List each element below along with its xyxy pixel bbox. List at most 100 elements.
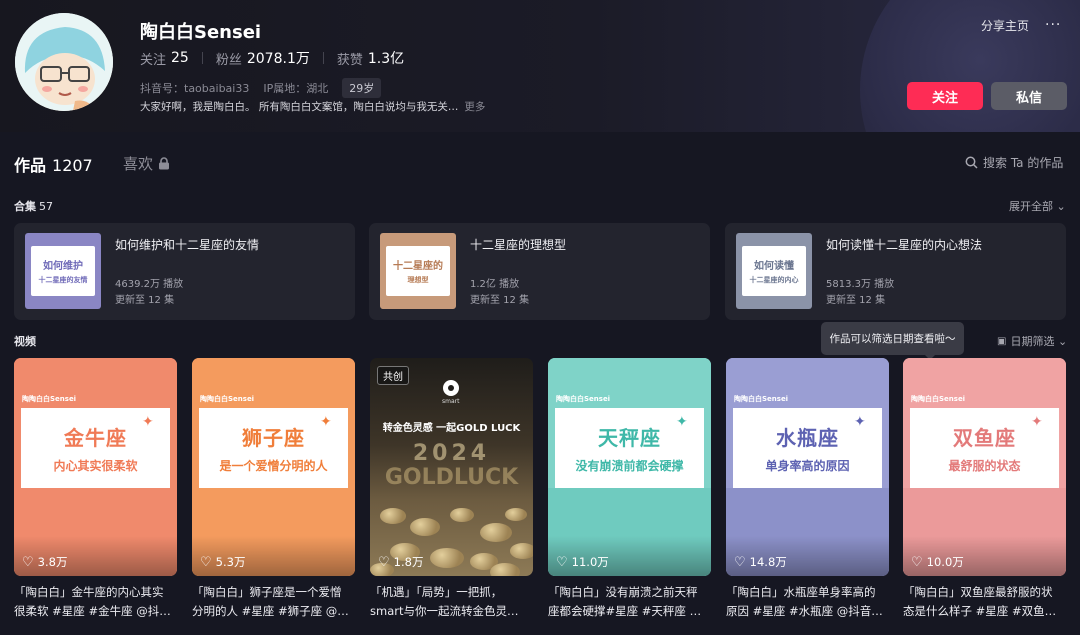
- video-thumbnail: 陶陶白白Sensei 水瓶座单身率高的原因 ✦: [726, 358, 889, 576]
- profile-stats: 关注 25 粉丝 2078.1万 获赞 1.3亿: [140, 48, 404, 68]
- chevron-down-icon: ⌄: [1054, 334, 1068, 348]
- profile-bio: 大家好啊，我是陶白白。 所有陶白白文案馆，陶白白说均与我无关… 更多: [140, 99, 485, 114]
- video-caption[interactable]: 「机遇」「局势」一把抓， smart与你一起流转金色灵…: [370, 583, 533, 623]
- calendar-icon: ▣: [997, 335, 1007, 347]
- video-thumbnail: 共创 smart 转金色灵感 一起GOLD LUCK 2024 GOLDLUCK: [370, 358, 533, 576]
- follow-button[interactable]: 关注: [907, 82, 983, 110]
- tab-likes[interactable]: 喜欢: [123, 153, 170, 174]
- collection-card[interactable]: 十二星座的 理想型 十二星座的理想型 1.2亿 播放 更新至 12 集: [369, 223, 710, 320]
- video-likes: ♡ 11.0万: [556, 554, 609, 570]
- sparkle-icon: ✦: [1031, 414, 1043, 430]
- more-options-icon[interactable]: ···: [1045, 17, 1061, 33]
- video-thumbnail: 陶陶白白Sensei 天秤座 没有崩溃前都会硬撑 ✦: [548, 358, 711, 576]
- coin-image: [480, 523, 512, 543]
- collection-thumbnail-subtitle: 理想型: [407, 276, 429, 284]
- collection-title: 十二星座的理想型: [470, 238, 567, 252]
- coin-image: [410, 518, 440, 536]
- date-filter-button[interactable]: ▣ 日期筛选 ⌄: [997, 333, 1067, 349]
- bio-more-link[interactable]: 更多: [464, 99, 485, 114]
- collection-episode-count: 更新至 12 集: [115, 295, 175, 306]
- collection-card[interactable]: 如何读懂 十二星座的内心 如何读懂十二星座的内心想法 5813.3万 播放 更新至 12…: [725, 223, 1066, 320]
- age-badge: 29岁: [342, 78, 382, 98]
- message-button[interactable]: 私信: [991, 82, 1067, 110]
- collections-label: 合集: [14, 200, 36, 213]
- chevron-down-icon: ⌄: [1056, 200, 1066, 213]
- video-caption[interactable]: 「陶白白」双鱼座最舒服的状 态是什么样子 #星座 #双鱼…: [903, 583, 1066, 623]
- coin-image: [510, 543, 533, 559]
- video-like-count: 14.8万: [749, 555, 787, 569]
- video-like-count: 5.3万: [215, 555, 246, 569]
- ip-location: IP属地：湖北: [263, 82, 329, 95]
- collection-play-count: 1.2亿 播放: [470, 279, 520, 290]
- thumbnail-brand: 陶陶白白Sensei: [200, 395, 255, 403]
- co-creation-badge: 共创: [377, 366, 409, 385]
- tab-likes-label: 喜欢: [123, 155, 154, 173]
- video-like-count: 3.8万: [37, 555, 68, 569]
- divider: [201, 52, 203, 64]
- search-works[interactable]: 搜索 Ta 的作品: [965, 154, 1063, 171]
- video-like-count: 10.0万: [926, 555, 964, 569]
- thumbnail-title: 金牛座: [64, 426, 127, 450]
- collections-heading: 合集 57: [14, 198, 53, 214]
- bio-text: 大家好啊，我是陶白白。 所有陶白白文案馆，陶白白说均与我无关…: [140, 101, 459, 113]
- video-caption[interactable]: 「陶白白」水瓶座单身率高的 原因 #星座 #水瓶座 @抖音…: [726, 583, 889, 623]
- collection-play-count: 4639.2万 播放: [115, 279, 184, 290]
- video-card[interactable]: 陶陶白白Sensei 水瓶座单身率高的原因 ✦ ♡ 14.8万「陶白白」水瓶座单身率高的…: [726, 358, 889, 635]
- thumbnail-brand: 陶陶白白Sensei: [734, 395, 789, 403]
- collection-thumbnail-subtitle: 十二星座的内心: [749, 276, 799, 284]
- videos-heading: 视频: [14, 335, 36, 348]
- video-thumbnail: 陶陶白白Sensei 金牛座内心其实很柔软 ✦: [14, 358, 177, 576]
- heart-icon: ♡: [556, 554, 568, 570]
- video-card[interactable]: 陶陶白白Sensei 金牛座 内心其实很柔软 ✦ ♡ 3.8万 「陶白白」金牛座的内心其实很…: [14, 358, 177, 635]
- coin-image: [490, 563, 520, 576]
- smart-logo-text: smart: [442, 398, 460, 405]
- collection-thumbnail-board: 如何维护 十二星座的友情: [31, 246, 95, 296]
- thumbnail-subtitle: 单身率高的原因: [765, 459, 850, 473]
- video-caption[interactable]: 「陶白白」金牛座的内心其实 很柔软 #星座 #金牛座 @抖…: [14, 583, 177, 623]
- following-count[interactable]: 25: [171, 50, 189, 66]
- likes-received-label: 获赞: [336, 52, 363, 68]
- thumbnail-title: 狮子座: [242, 426, 305, 450]
- thumbnail-brand: 陶陶白白Sensei: [22, 395, 77, 403]
- thumbnail-subtitle: 内心其实很柔软: [53, 459, 138, 473]
- profile-name: 陶白白Sensei: [140, 22, 262, 43]
- avatar[interactable]: [15, 13, 113, 111]
- sparkle-icon: ✦: [854, 414, 866, 430]
- video-card[interactable]: 陶陶白白Sensei 双鱼座 最舒服的状态 ✦ ♡ 10.0万 「陶白白」双鱼座最舒服的状态…: [903, 358, 1066, 635]
- collection-episode-count: 更新至 12 集: [826, 295, 886, 306]
- collection-card[interactable]: 如何维护 十二星座的友情 如何维护和十二星座的友情 4639.2万 播放 更新至 12 …: [14, 223, 355, 320]
- video-card[interactable]: 陶陶白白Sensei 天秤座 没有崩溃前都会硬撑 ✦ ♡ 11.0万「陶白白」没有崩溃之前…: [548, 358, 711, 635]
- thumbnail-title: 双鱼座: [953, 426, 1016, 450]
- following-label: 关注: [140, 52, 167, 68]
- video-caption-line: smart与你一起流转金色灵…: [370, 604, 519, 618]
- video-caption-line: 原因 #星座 #水瓶座 @抖音…: [726, 604, 883, 618]
- video-likes: ♡ 14.8万: [734, 554, 787, 570]
- thumbnail-subtitle: 最舒服的状态: [948, 459, 1021, 473]
- expand-all-label: 展开全部: [1009, 200, 1053, 213]
- avatar-illustration: [15, 13, 113, 111]
- video-caption[interactable]: 「陶白白」狮子座是一个爱憎 分明的人 #星座 #狮子座 @…: [192, 583, 355, 623]
- collection-title: 如何读懂十二星座的内心想法: [826, 238, 983, 252]
- date-filter-label: 日期筛选: [1010, 335, 1055, 348]
- share-profile-button[interactable]: 分享主页: [981, 17, 1029, 34]
- collection-play-count: 5813.3万 播放: [826, 279, 895, 290]
- followers-count[interactable]: 2078.1万: [247, 48, 310, 68]
- thumbnail-title: 水瓶座: [776, 426, 839, 450]
- video-caption-line: 很柔软 #星座 #金牛座 @抖…: [14, 604, 171, 618]
- video-like-count: 11.0万: [571, 555, 609, 569]
- sparkle-icon: ✦: [142, 414, 154, 430]
- video-caption[interactable]: 「陶白白」没有崩溃之前天秤 座都会硬撑#星座 #天秤座 …: [548, 583, 711, 623]
- video-card[interactable]: 陶陶白白Sensei 狮子座 是一个爱憎分明的人 ✦ ♡ 5.3万 「陶白白」狮子座是一个爱…: [192, 358, 355, 635]
- followers-label: 粉丝: [215, 52, 242, 68]
- sparkle-icon: ✦: [676, 414, 688, 430]
- ad-gold-luck: GOLDLUCK: [384, 465, 519, 490]
- video-caption-line: 态是什么样子 #星座 #双鱼…: [903, 604, 1057, 618]
- coin-image: [430, 548, 464, 569]
- profile-meta: 抖音号：taobaibai33 IP属地：湖北 29岁: [140, 78, 382, 98]
- collection-thumbnail: 如何维护 十二星座的友情: [25, 233, 101, 309]
- heart-icon: ♡: [378, 554, 390, 570]
- tab-works[interactable]: 作品 1207: [14, 152, 93, 176]
- collection-thumbnail: 十二星座的 理想型: [380, 233, 456, 309]
- video-card[interactable]: 共创 smart 转金色灵感 一起GOLD LUCK 2024 GOLDLUCK ♡ 1.8…: [370, 358, 533, 635]
- expand-all-link[interactable]: 展开全部 ⌄: [1009, 198, 1066, 214]
